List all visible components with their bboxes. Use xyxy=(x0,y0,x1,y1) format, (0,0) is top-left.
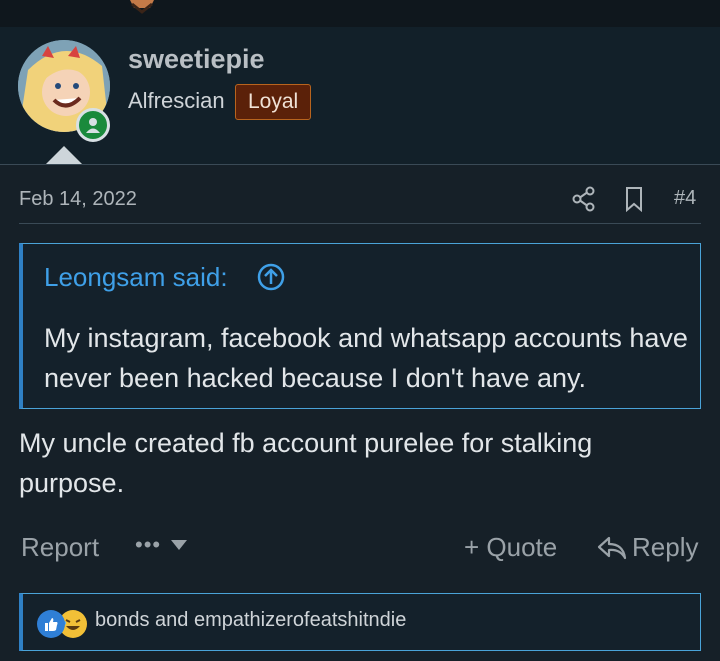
more-menu-button[interactable]: ••• xyxy=(135,532,188,558)
reactions-bar[interactable]: bonds and empathizerofeatshitndie xyxy=(19,593,701,651)
quote-author[interactable]: Leongsam said: xyxy=(44,262,228,293)
previous-avatar-fragment-icon xyxy=(130,0,154,14)
chevron-down-icon xyxy=(171,540,188,550)
reaction-names[interactable]: bonds and empathizerofeatshitndie xyxy=(95,609,406,632)
post-actions: Report ••• + Quote Reply xyxy=(21,528,701,568)
arrow-circle-up-icon[interactable] xyxy=(256,262,286,292)
quote-text: My instagram, facebook and whatsapp acco… xyxy=(44,323,688,393)
previous-post-strip xyxy=(0,0,720,27)
user-badge: Loyal xyxy=(235,84,312,120)
reply-label: Reply xyxy=(632,532,699,562)
post-meta-row: Feb 14, 2022 #4 xyxy=(19,186,701,224)
report-link[interactable]: Report xyxy=(21,532,99,563)
message-pointer-arrow xyxy=(46,146,82,164)
reply-icon xyxy=(597,536,627,559)
like-icon xyxy=(37,610,65,638)
post-date[interactable]: Feb 14, 2022 xyxy=(19,188,137,211)
bookmark-icon[interactable] xyxy=(623,186,645,212)
share-icon[interactable] xyxy=(572,186,596,212)
username[interactable]: sweetiepie xyxy=(128,44,265,75)
post-number[interactable]: #4 xyxy=(674,187,696,210)
post-body: My uncle created fb account purelee for … xyxy=(19,428,593,498)
quote-block: Leongsam said: My instagram, facebook an… xyxy=(19,243,701,409)
online-status-icon xyxy=(76,108,110,142)
reply-button[interactable]: Reply xyxy=(596,532,698,563)
more-dots-icon: ••• xyxy=(135,532,162,557)
user-title: Alfrescian xyxy=(128,88,225,113)
quote-button[interactable]: + Quote xyxy=(464,532,557,563)
